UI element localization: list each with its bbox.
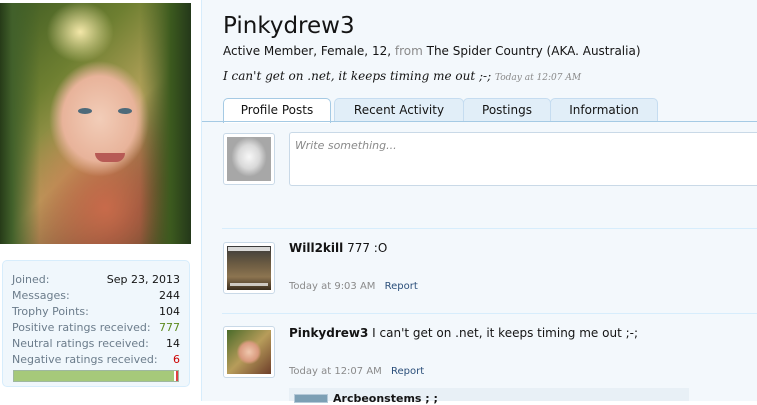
post-message: Pinkydrew3 I can't get on .net, it keeps… xyxy=(289,326,638,340)
profile-avatar[interactable] xyxy=(0,3,191,244)
post-avatar[interactable] xyxy=(223,242,275,294)
stat-positive-ratings: Positive ratings received: 777 xyxy=(12,320,180,335)
ratings-bar-positive xyxy=(14,371,174,381)
report-link[interactable]: Report xyxy=(385,281,418,292)
avatar-eye-left xyxy=(78,108,92,114)
status-update-input[interactable]: Write something... xyxy=(289,132,757,186)
stat-negative-ratings: Negative ratings received: 6 xyxy=(12,352,180,367)
page-title: Pinkydrew3 xyxy=(223,13,355,39)
avatar-foliage-left xyxy=(0,3,40,244)
post-divider xyxy=(222,313,757,314)
tab-information[interactable]: Information xyxy=(550,98,658,121)
tab-label: Postings xyxy=(482,103,532,117)
stat-label: Messages: xyxy=(12,289,70,302)
stat-value[interactable]: 244 xyxy=(159,288,180,303)
girl-avatar-icon xyxy=(227,330,271,374)
post-divider xyxy=(222,228,757,229)
status-message: I can't get on .net, it keeps timing me … xyxy=(223,69,581,83)
stat-value[interactable]: 104 xyxy=(159,304,180,319)
tab-label: Recent Activity xyxy=(353,103,445,117)
stat-label: Negative ratings received: xyxy=(12,353,158,366)
post-avatar[interactable] xyxy=(223,326,275,378)
tab-label: Information xyxy=(569,103,639,117)
post-time[interactable]: Today at 9:03 AM xyxy=(289,281,375,292)
user-title: Active Member, Female, 12, xyxy=(223,44,392,58)
ratings-bar-negative xyxy=(176,371,178,381)
stat-joined: Joined: Sep 23, 2013 xyxy=(12,272,180,287)
post-meta: Today at 12:07 AM Report xyxy=(289,366,424,377)
from-label: from xyxy=(394,44,423,58)
stat-value: 14 xyxy=(166,337,180,350)
post-text: 777 :O xyxy=(347,241,388,255)
post-time[interactable]: Today at 12:07 AM xyxy=(289,366,382,377)
post-author-link[interactable]: Will2kill xyxy=(289,241,343,255)
tab-recent-activity[interactable]: Recent Activity xyxy=(334,98,464,121)
tab-profile-posts[interactable]: Profile Posts xyxy=(223,98,331,123)
avatar-eye-right xyxy=(118,108,132,114)
stat-label: Joined: xyxy=(12,273,50,286)
profile-sidebar: Joined: Sep 23, 2013 Messages: 244 Troph… xyxy=(0,0,200,401)
comment-author-link[interactable]: Arcbeonstems ; ; xyxy=(333,392,438,405)
stat-value: 777 xyxy=(159,321,180,334)
post-text: I can't get on .net, it keeps timing me … xyxy=(372,326,639,340)
post-meta: Today at 9:03 AM Report xyxy=(289,281,418,292)
tabs-divider xyxy=(202,121,757,122)
stat-label: Trophy Points: xyxy=(12,305,89,318)
stat-value: 6 xyxy=(173,353,180,366)
avatar-smile xyxy=(95,153,125,162)
profile-main: Pinkydrew3 Active Member, Female, 12, fr… xyxy=(201,0,757,405)
cat-avatar-caption xyxy=(228,247,270,251)
user-blurb: Active Member, Female, 12, from The Spid… xyxy=(223,44,641,58)
cat-avatar-caption xyxy=(230,283,268,286)
avatar-foliage-right xyxy=(140,3,191,244)
comment-item: Arcbeonstems ; ; xyxy=(289,388,689,405)
ratings-bar xyxy=(13,370,179,382)
status-text: I can't get on .net, it keeps timing me … xyxy=(223,69,492,83)
tab-label: Profile Posts xyxy=(240,103,314,117)
stat-messages[interactable]: Messages: 244 xyxy=(12,288,180,303)
comment-avatar[interactable] xyxy=(294,394,328,403)
composer-avatar[interactable] xyxy=(223,133,275,185)
stat-neutral-ratings: Neutral ratings received: 14 xyxy=(12,336,180,351)
report-link[interactable]: Report xyxy=(391,366,424,377)
tab-postings[interactable]: Postings xyxy=(463,98,551,121)
user-location: The Spider Country (AKA. Australia) xyxy=(426,44,641,58)
post-message: Will2kill 777 :O xyxy=(289,241,387,255)
stat-label: Neutral ratings received: xyxy=(12,337,149,350)
sketch-avatar-icon xyxy=(227,137,271,181)
stat-value: Sep 23, 2013 xyxy=(106,273,180,286)
post-author-link[interactable]: Pinkydrew3 xyxy=(289,326,368,340)
status-time[interactable]: Today at 12:07 AM xyxy=(495,73,581,83)
member-stats-panel: Joined: Sep 23, 2013 Messages: 244 Troph… xyxy=(2,260,190,387)
stat-trophy-points[interactable]: Trophy Points: 104 xyxy=(12,304,180,319)
stat-label: Positive ratings received: xyxy=(12,321,151,334)
input-placeholder: Write something... xyxy=(295,139,397,152)
